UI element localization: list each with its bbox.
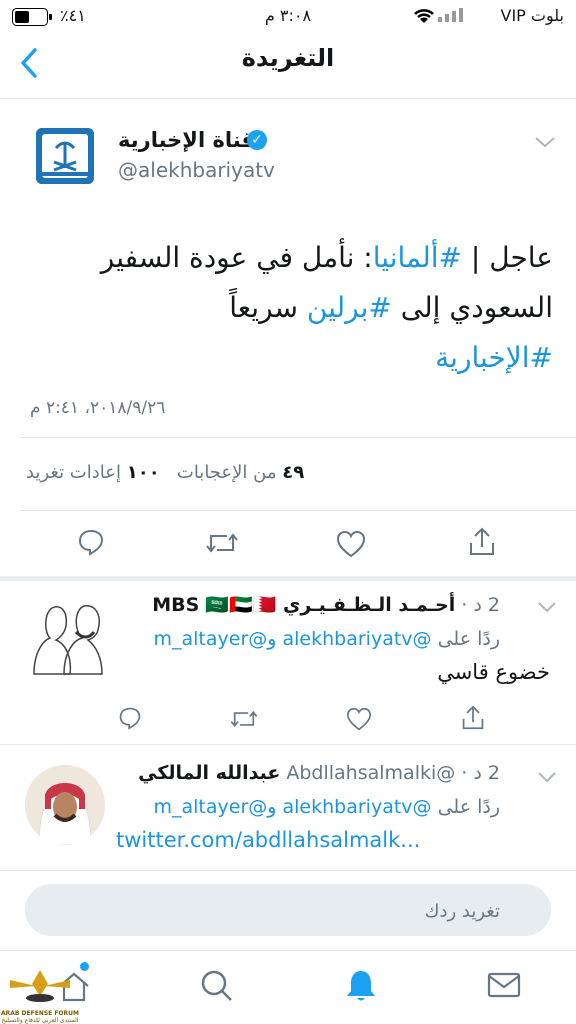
- hashtag-link[interactable]: #برلين: [307, 291, 392, 324]
- flags-emoji: 🇸🇦🇦🇪🇧🇭: [205, 594, 277, 616]
- divider: [0, 98, 576, 99]
- tweet-text: عاجل | #ألمانيا: نأمل في عودة السفير الس…: [30, 233, 553, 383]
- reply-icon[interactable]: [118, 706, 142, 734]
- status-bar: بلوت VIP ٣:٠٨ م ٪٤١: [0, 0, 576, 34]
- author-name[interactable]: قناة الإخبارية: [118, 128, 255, 152]
- reply-header: 2 د · @Abdllahsalmalki عبدالله المالكي: [138, 762, 500, 784]
- forum-watermark-logo: ARAB DEFENSE FORUM المنتدى العربي للدفاع…: [0, 966, 80, 1024]
- notification-dot: [80, 962, 89, 971]
- tweet-text-suffix: سريعاً: [229, 291, 307, 324]
- reply-avatar[interactable]: [26, 596, 104, 676]
- reply-time: 2 د: [473, 762, 500, 784]
- battery-percent: ٪٤١: [60, 6, 86, 25]
- messages-envelope-icon[interactable]: [487, 970, 521, 1004]
- hashtag-link[interactable]: #ألمانيا: [373, 241, 462, 274]
- reply-menu-chevron-icon[interactable]: [537, 598, 557, 617]
- reply-menu-chevron-icon[interactable]: [537, 768, 557, 787]
- divider: [20, 437, 576, 438]
- like-heart-icon[interactable]: [346, 707, 372, 735]
- share-icon[interactable]: [461, 705, 485, 735]
- divider: [0, 870, 576, 871]
- reply-to-handles[interactable]: @alekhbariyatv و@m_altayer: [154, 628, 432, 650]
- divider: [0, 744, 576, 745]
- verified-badge-icon: ✓: [247, 130, 267, 150]
- battery-icon: [12, 8, 52, 30]
- reply-author-name[interactable]: عبدالله المالكي: [138, 762, 280, 784]
- likes-label[interactable]: من الإعجابات: [177, 462, 277, 483]
- tweet-menu-chevron-icon[interactable]: [534, 134, 556, 153]
- reply-avatar[interactable]: [25, 765, 105, 845]
- reply-to-handles[interactable]: @alekhbariyatv و@m_altayer: [154, 796, 432, 818]
- retweet-icon[interactable]: [205, 530, 239, 560]
- reply-author-handle[interactable]: @Abdllahsalmalki: [286, 762, 455, 784]
- reply-author-name[interactable]: أحـمـد الـظـفـيـري MBS: [152, 594, 455, 616]
- reply-header: 2 د · أحـمـد الـظـفـيـري MBS 🇸🇦🇦🇪🇧🇭: [152, 594, 500, 616]
- watermark-line2: المنتدى العربي للدفاع والتسليح: [1, 1017, 79, 1024]
- tweet-text-prefix: عاجل |: [462, 241, 553, 274]
- reply-to-label: ردًا على: [437, 628, 500, 650]
- reply-to-line: ردًا على @alekhbariyatv و@m_altayer: [120, 628, 501, 650]
- tweet-timestamp: ٢٠١٨/٩/٢٦، ٢:٤١ م: [30, 398, 166, 418]
- retweet-icon[interactable]: [229, 708, 259, 734]
- clock: ٣:٠٨ م: [264, 6, 312, 25]
- reply-icon[interactable]: [77, 528, 105, 560]
- reply-time: 2 د: [473, 594, 500, 616]
- reply-input-placeholder[interactable]: تغريد ردك: [330, 901, 500, 922]
- divider: [20, 510, 576, 511]
- author-avatar[interactable]: [36, 128, 94, 184]
- watermark-line1: ARAB DEFENSE FORUM: [0, 1010, 80, 1017]
- likes-count[interactable]: ٤٩: [282, 462, 304, 483]
- reply-to-label: ردًا على: [437, 796, 500, 818]
- page-title: التغريدة: [241, 44, 335, 72]
- tweet-stats: ٤٩ من الإعجابات ١٠٠ إعادات تغريد: [26, 462, 346, 483]
- section-divider: [0, 576, 576, 581]
- reply-to-line: ردًا على @alekhbariyatv و@m_altayer: [112, 796, 501, 818]
- reply-text: خضوع قاسي: [437, 660, 550, 684]
- search-tab-icon[interactable]: [199, 968, 235, 1008]
- notifications-bell-icon[interactable]: [343, 968, 379, 1008]
- hashtag-link[interactable]: #الإخبارية: [435, 341, 553, 374]
- like-heart-icon[interactable]: [336, 530, 366, 562]
- retweets-count[interactable]: ١٠٠: [127, 462, 160, 483]
- reply-link[interactable]: twitter.com/abdllahsalmalk...: [116, 828, 420, 852]
- share-icon[interactable]: [468, 527, 496, 561]
- retweets-label[interactable]: إعادات تغريد: [26, 462, 121, 483]
- author-handle[interactable]: @alekhbariyatv: [118, 158, 275, 182]
- divider: [0, 950, 576, 951]
